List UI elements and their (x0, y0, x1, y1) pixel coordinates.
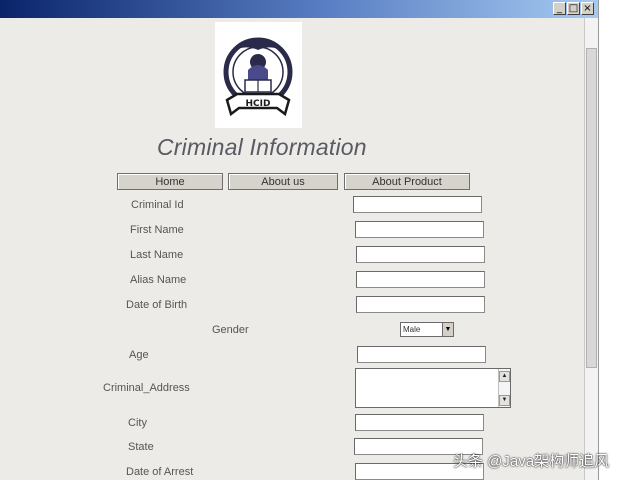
first-name-input[interactable] (355, 221, 484, 238)
address-textarea[interactable]: ▲ ▼ (355, 368, 511, 408)
minimize-button[interactable]: _ (553, 2, 566, 15)
dob-label: Date of Birth (126, 299, 188, 311)
age-label: Age (129, 349, 149, 361)
dob-input[interactable] (356, 296, 485, 313)
window-titlebar: _ □ × (0, 0, 598, 18)
alias-name-input[interactable] (356, 271, 485, 288)
city-input[interactable] (355, 414, 484, 431)
scroll-down-icon[interactable]: ▼ (499, 395, 510, 406)
alias-name-label: Alias Name (130, 274, 187, 286)
state-label: State (128, 441, 154, 453)
watermark-text: 头条 @Java架构师追风 (453, 453, 610, 470)
page-title: Criminal Information (157, 134, 367, 160)
last-name-input[interactable] (356, 246, 485, 263)
close-button[interactable]: × (581, 2, 594, 15)
last-name-label: Last Name (130, 249, 184, 261)
about-us-button[interactable]: About us (228, 173, 338, 190)
window-scrollbar[interactable] (584, 18, 598, 480)
chevron-down-icon[interactable]: ▼ (442, 323, 453, 336)
emblem-icon: HCID (223, 37, 293, 117)
gender-label: Gender (212, 324, 249, 336)
logo-text: HCID (246, 99, 271, 109)
gender-select[interactable]: Male ▼ (400, 322, 454, 337)
date-of-arrest-label: Date of Arrest (126, 466, 194, 478)
home-button[interactable]: Home (117, 173, 223, 190)
first-name-label: First Name (130, 224, 184, 236)
scrollbar-thumb[interactable] (586, 48, 597, 368)
city-label: City (128, 417, 147, 429)
address-scrollbar[interactable]: ▲ ▼ (498, 369, 510, 407)
about-product-button[interactable]: About Product (344, 173, 470, 190)
address-label: Criminal_Address (103, 382, 190, 394)
app-window: _ □ × HCID Criminal Information Home Abo… (0, 0, 599, 480)
scroll-up-icon[interactable]: ▲ (499, 371, 510, 382)
logo: HCID (215, 22, 302, 128)
gender-selected-value: Male (403, 325, 421, 334)
age-input[interactable] (357, 346, 486, 363)
criminal-id-input[interactable] (353, 196, 482, 213)
maximize-button[interactable]: □ (567, 2, 580, 15)
criminal-id-label: Criminal Id (131, 199, 184, 211)
